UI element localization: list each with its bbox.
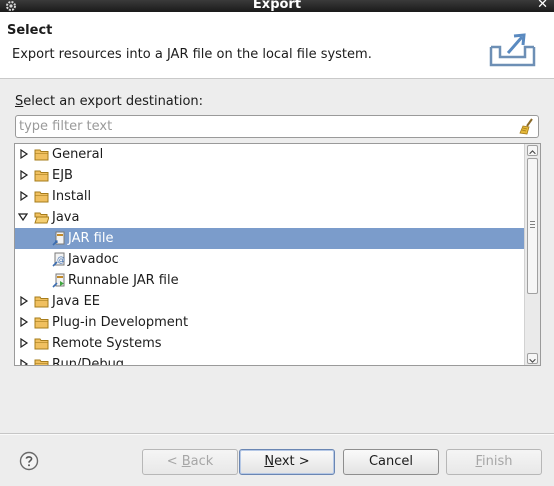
finish-button[interactable]: Finish: [446, 449, 542, 475]
back-button[interactable]: < Back: [142, 449, 238, 475]
expand-arrow-icon[interactable]: [19, 149, 29, 159]
tree-item-javadoc[interactable]: @ Javadoc: [15, 249, 524, 270]
open-folder-icon: [34, 212, 49, 224]
broom-icon[interactable]: [517, 118, 535, 136]
tree-item-jar-file[interactable]: JAR file: [15, 228, 524, 249]
runnable-jar-icon: [52, 273, 65, 288]
expand-arrow-icon[interactable]: [19, 191, 29, 201]
page-description: Export resources into a JAR file on the …: [12, 47, 372, 62]
tree-item-plug-in-development[interactable]: Plug-in Development: [15, 312, 524, 333]
tree-item-label: Java: [52, 210, 80, 225]
button-bar-separator-highlight: [0, 434, 554, 435]
folder-icon: [34, 338, 49, 350]
svg-text:@: @: [57, 255, 65, 264]
folder-icon: [34, 359, 49, 365]
expand-arrow-icon[interactable]: [19, 338, 29, 348]
title-bar: Export ✕: [0, 0, 554, 12]
expand-arrow-icon[interactable]: [19, 359, 29, 366]
folder-icon: [34, 149, 49, 161]
tree-item-label: General: [52, 147, 104, 162]
wizard-header: Select Export resources into a JAR file …: [0, 12, 554, 79]
tree-item-ejb[interactable]: EJB: [15, 165, 524, 186]
tree-item-label: JAR file: [68, 231, 114, 246]
export-wizard-icon: [489, 33, 536, 67]
tree-item-general[interactable]: General: [15, 144, 524, 165]
thumb-grip: [530, 227, 535, 228]
tree-item-label: Plug-in Development: [52, 315, 189, 330]
scroll-thumb[interactable]: [527, 158, 538, 294]
filter-field[interactable]: [15, 115, 539, 138]
expand-arrow-icon[interactable]: [19, 317, 29, 327]
tree-item-runnable-jar-file[interactable]: Runnable JAR file: [15, 270, 524, 291]
chevron-down-icon: [529, 358, 536, 363]
thumb-grip: [530, 221, 535, 222]
tree-item-label: Java EE: [52, 294, 101, 309]
folder-icon: [34, 296, 49, 308]
tree-item-label: Run/Debug: [52, 357, 125, 366]
chevron-up-icon: [529, 150, 536, 155]
filter-input[interactable]: [19, 118, 514, 135]
expand-arrow-icon[interactable]: [19, 170, 29, 180]
tree-item-run-debug[interactable]: Run/Debug: [15, 354, 524, 366]
destination-tree[interactable]: General EJB Install Java JAR file @ Java…: [14, 143, 541, 366]
tree-item-java-ee[interactable]: Java EE: [15, 291, 524, 312]
tree-item-java[interactable]: Java: [15, 207, 524, 228]
scroll-up-button[interactable]: [527, 145, 538, 156]
tree-item-label: Install: [52, 189, 92, 204]
expand-arrow-icon[interactable]: [19, 296, 29, 306]
scroll-down-button[interactable]: [527, 353, 538, 364]
help-icon[interactable]: [19, 451, 39, 471]
tree-item-label: Runnable JAR file: [68, 273, 179, 288]
cancel-button[interactable]: Cancel: [343, 449, 439, 475]
folder-icon: [34, 317, 49, 329]
destination-label: Select an export destination:: [15, 94, 204, 109]
tree-item-label: EJB: [52, 168, 73, 183]
folder-icon: [34, 191, 49, 203]
tree-item-label: Remote Systems: [52, 336, 162, 351]
tree-item-label: Javadoc: [68, 252, 119, 267]
javadoc-icon: @: [52, 252, 65, 267]
jar-file-icon: [52, 231, 65, 246]
tree-item-remote-systems[interactable]: Remote Systems: [15, 333, 524, 354]
folder-icon: [34, 170, 49, 182]
page-title: Select: [7, 23, 53, 38]
collapse-arrow-icon[interactable]: [18, 212, 28, 222]
tree-vertical-scrollbar[interactable]: [524, 144, 540, 365]
tree-item-install[interactable]: Install: [15, 186, 524, 207]
next-button[interactable]: Next >: [239, 449, 335, 475]
thumb-grip: [530, 224, 535, 225]
